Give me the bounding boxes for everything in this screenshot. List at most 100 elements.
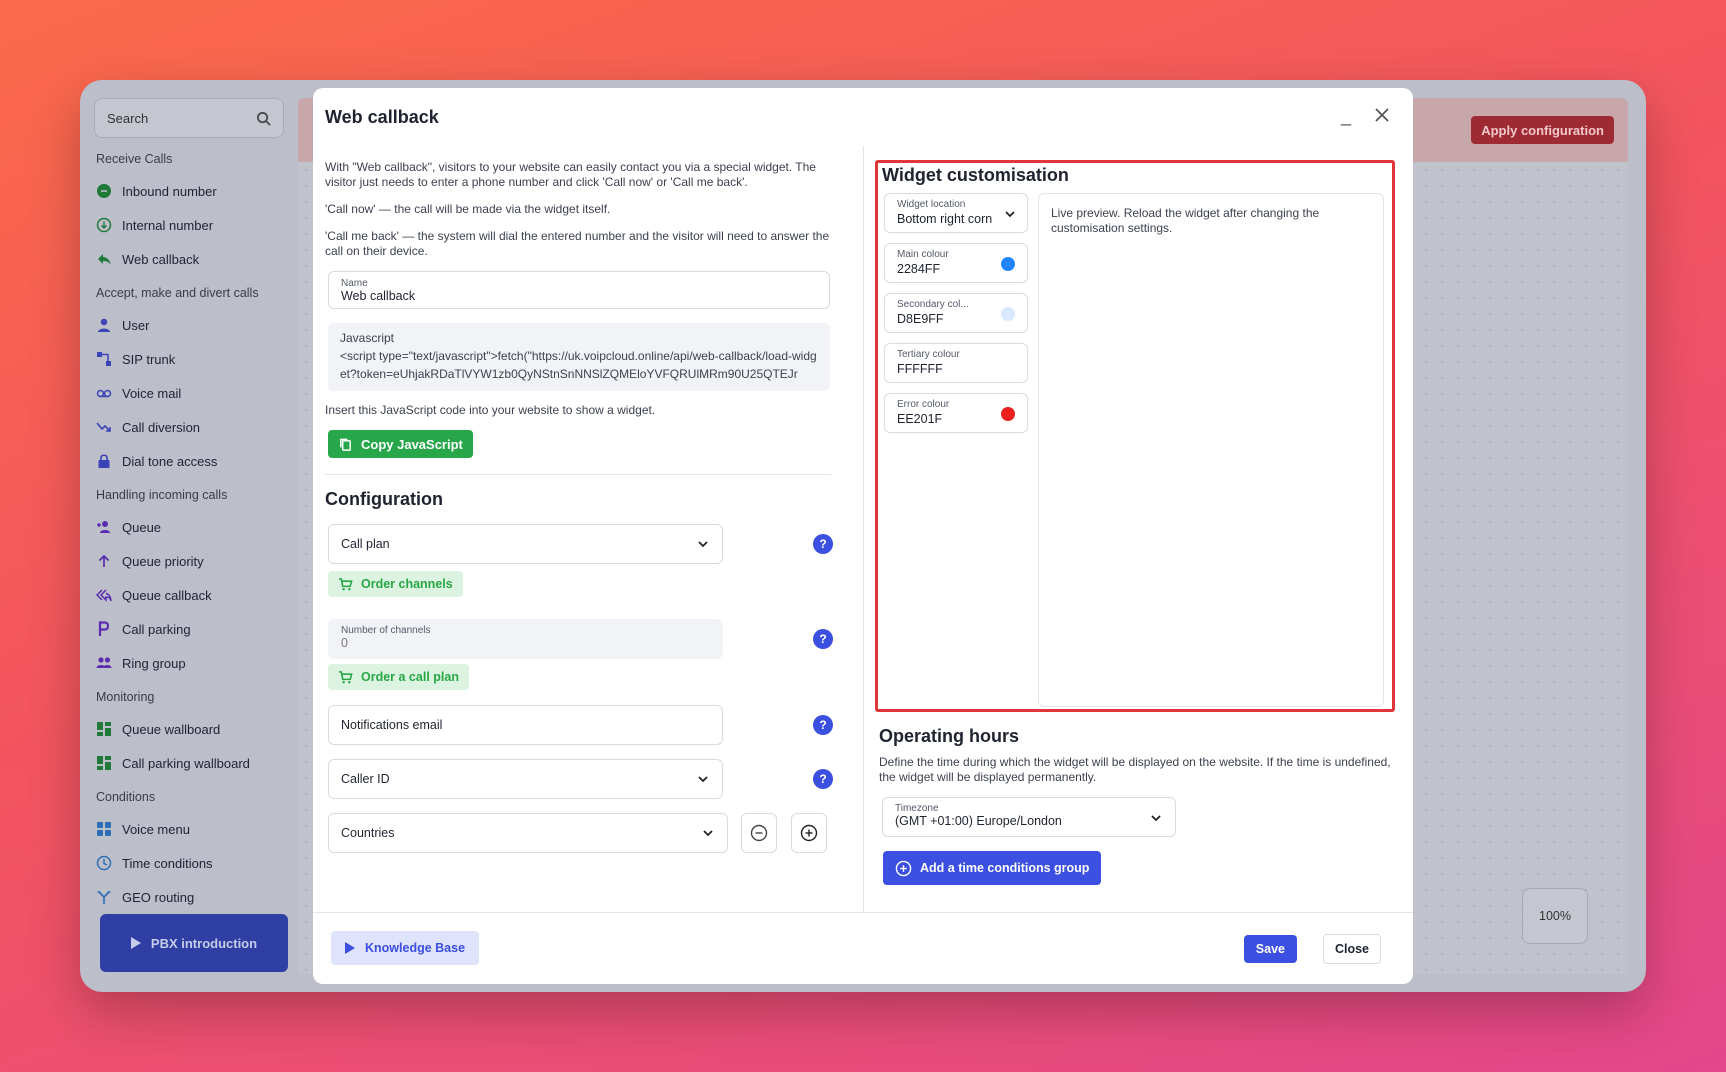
search-input[interactable]: Search: [94, 98, 284, 138]
countries-select[interactable]: Countries: [328, 813, 728, 853]
widget-location-value: Bottom right corn: [897, 212, 993, 226]
sidebar-item-inbound-number[interactable]: Inbound number: [94, 174, 284, 208]
live-preview-text: Live preview. Reload the widget after ch…: [1051, 206, 1320, 235]
sidebar-nav: Receive Calls Inbound number Internal numb…: [94, 152, 284, 914]
configuration-title: Configuration: [325, 489, 443, 509]
reply-all-icon: [96, 587, 112, 603]
order-channels-button[interactable]: Order channels: [328, 571, 463, 597]
apply-configuration-button[interactable]: Apply configuration: [1471, 116, 1614, 144]
name-field[interactable]: Name Web callback: [328, 271, 830, 309]
pbx-introduction-button[interactable]: PBX introduction: [100, 914, 288, 972]
play-icon: [130, 937, 141, 949]
sidebar-item-label: Dial tone access: [122, 453, 218, 469]
modal-header: Web callback _: [313, 88, 1413, 148]
knowledge-base-label: Knowledge Base: [365, 941, 466, 955]
widget-customisation-panel: Widget customisation Widget location Bot…: [875, 160, 1395, 712]
zoom-level[interactable]: 100%: [1522, 888, 1588, 944]
help-icon[interactable]: ?: [813, 629, 833, 649]
channels-value: 0: [341, 636, 348, 650]
copy-javascript-button[interactable]: Copy JavaScript: [328, 430, 473, 458]
secondary-colour-swatch[interactable]: [1001, 307, 1015, 321]
sidebar-item-queue-wallboard[interactable]: Queue wallboard: [94, 712, 284, 746]
call-plan-row: Call plan ?: [325, 524, 833, 564]
sidebar-item-label: SIP trunk: [122, 351, 176, 367]
sidebar-item-sip-trunk[interactable]: SIP trunk: [94, 342, 284, 376]
help-icon[interactable]: ?: [813, 534, 833, 554]
secondary-colour-field[interactable]: Secondary col... D8E9FF: [884, 293, 1028, 333]
sidebar-item-queue[interactable]: Queue: [94, 510, 284, 544]
notifications-row: Notifications email ?: [325, 705, 833, 745]
help-icon[interactable]: ?: [813, 769, 833, 789]
main-colour-swatch[interactable]: [1001, 257, 1015, 271]
operating-hours-section: Operating hours Define the time during w…: [879, 726, 1395, 885]
search-icon: [257, 111, 271, 126]
copy-icon: [340, 438, 351, 451]
caller-id-row: Caller ID ?: [325, 759, 833, 799]
sidebar-item-label: Internal number: [122, 217, 214, 233]
sidebar-item-call-parking-wallboard[interactable]: Call parking wallboard: [94, 746, 284, 780]
operating-hours-desc-2: the widget will be displayed permanently…: [879, 770, 1097, 784]
error-colour-swatch[interactable]: [1001, 407, 1015, 421]
sidebar-item-voice-menu[interactable]: Voice menu: [94, 812, 284, 846]
countries-label: Countries: [341, 826, 395, 840]
help-icon[interactable]: ?: [813, 715, 833, 735]
sidebar-item-dial-tone-access[interactable]: Dial tone access: [94, 444, 284, 478]
modal-title: Web callback: [325, 107, 439, 127]
save-button[interactable]: Save: [1243, 935, 1297, 963]
notifications-email-field[interactable]: Notifications email: [328, 705, 723, 745]
javascript-code-box[interactable]: Javascript <script type="text/javascript…: [328, 323, 830, 391]
sidebar-item-voice-mail[interactable]: Voice mail: [94, 376, 284, 410]
number-of-channels-field[interactable]: Number of channels 0: [328, 619, 723, 659]
dashboard-icon: [96, 755, 112, 771]
minimize-button[interactable]: _: [1341, 106, 1351, 127]
sidebar-item-time-conditions[interactable]: Time conditions: [94, 846, 284, 880]
plus-circle-icon: [895, 860, 912, 876]
error-colour-field[interactable]: Error colour EE201F: [884, 393, 1028, 433]
sidebar-item-web-callback[interactable]: Web callback: [94, 242, 284, 276]
secondary-colour-label: Secondary col...: [897, 299, 969, 310]
order-channels-label: Order channels: [361, 577, 453, 591]
chevron-down-icon: [698, 776, 708, 783]
sidebar-item-label: GEO routing: [122, 889, 195, 905]
sidebar-item-geo-routing[interactable]: GEO routing: [94, 880, 284, 914]
sidebar-item-queue-priority[interactable]: Queue priority: [94, 544, 284, 578]
tertiary-colour-field[interactable]: Tertiary colour FFFFFF: [884, 343, 1028, 383]
close-icon[interactable]: [1373, 106, 1391, 124]
live-preview-panel: Live preview. Reload the widget after ch…: [1038, 193, 1384, 707]
sidebar-item-ring-group[interactable]: Ring group: [94, 646, 284, 680]
knowledge-base-button[interactable]: Knowledge Base: [331, 931, 480, 965]
widget-customisation-title: Widget customisation: [882, 165, 1069, 185]
sidebar-item-queue-callback[interactable]: Queue callback: [94, 578, 284, 612]
operating-hours-desc-1: Define the time during which the widget …: [879, 755, 1391, 769]
sidebar-item-user[interactable]: User: [94, 308, 284, 342]
group-icon: [96, 655, 112, 671]
sidebar-item-label: Queue callback: [122, 587, 212, 603]
timezone-select[interactable]: Timezone (GMT +01:00) Europe/London: [882, 797, 1176, 837]
sidebar-item-label: Time conditions: [122, 855, 213, 871]
sidebar-item-call-parking[interactable]: Call parking: [94, 612, 284, 646]
name-field-label: Name: [341, 278, 368, 289]
main-colour-field[interactable]: Main colour 2284FF: [884, 243, 1028, 283]
sidebar-item-internal-number[interactable]: Internal number: [94, 208, 284, 242]
secondary-colour-value: D8E9FF: [897, 312, 944, 326]
pbx-introduction-label: PBX introduction: [150, 935, 258, 951]
queue-icon: [96, 519, 112, 535]
remove-country-button[interactable]: [741, 813, 777, 853]
call-plan-select[interactable]: Call plan: [328, 524, 723, 564]
sidebar-item-call-diversion[interactable]: Call diversion: [94, 410, 284, 444]
sidebar-item-label: Call parking wallboard: [122, 755, 250, 771]
widget-location-select[interactable]: Widget location Bottom right corn: [884, 193, 1028, 233]
play-icon: [345, 942, 355, 954]
call-me-back-text: 'Call me back' — the system will dial th…: [325, 229, 830, 258]
sidebar-section-title: Conditions: [96, 790, 156, 804]
lock-icon: [96, 453, 112, 469]
order-call-plan-button[interactable]: Order a call plan: [328, 664, 469, 690]
main-colour-value: 2284FF: [897, 262, 941, 276]
add-time-conditions-group-button[interactable]: Add a time conditions group: [883, 851, 1102, 885]
caller-id-select[interactable]: Caller ID: [328, 759, 723, 799]
web-callback-icon: [96, 251, 112, 267]
close-button[interactable]: Close: [1322, 934, 1381, 964]
parking-icon: [96, 621, 112, 637]
add-country-button[interactable]: [791, 813, 827, 853]
javascript-label: Javascript: [340, 331, 395, 345]
